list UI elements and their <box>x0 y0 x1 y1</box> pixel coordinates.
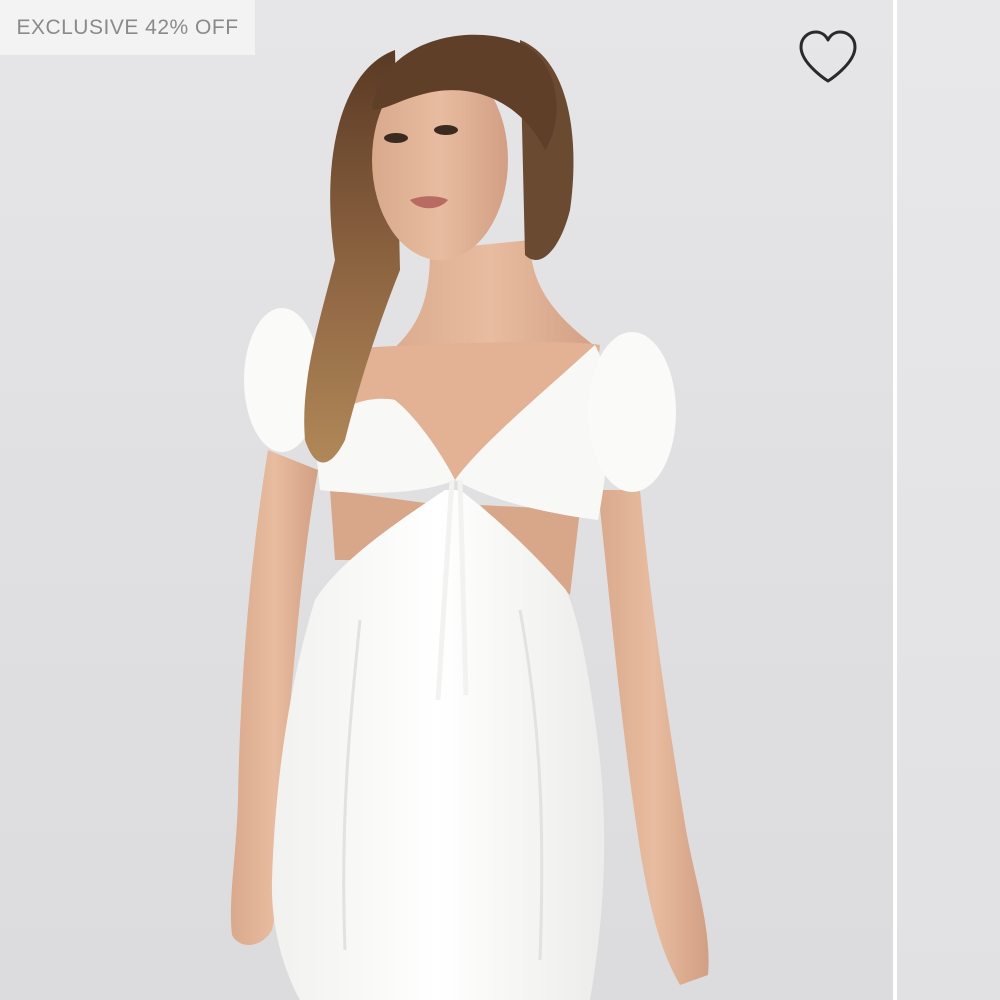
product-image-main[interactable]: EXCLUSIVE 42% OFF <box>0 0 893 1000</box>
heart-outline-icon <box>799 30 857 83</box>
discount-badge: EXCLUSIVE 42% OFF <box>0 0 255 55</box>
product-page: EXCLUSIVE 42% OFF <box>0 0 1000 1000</box>
product-image-next-preview[interactable] <box>897 0 1000 1000</box>
model-wearing-white-dress <box>230 34 709 1000</box>
wishlist-button[interactable] <box>795 28 861 86</box>
